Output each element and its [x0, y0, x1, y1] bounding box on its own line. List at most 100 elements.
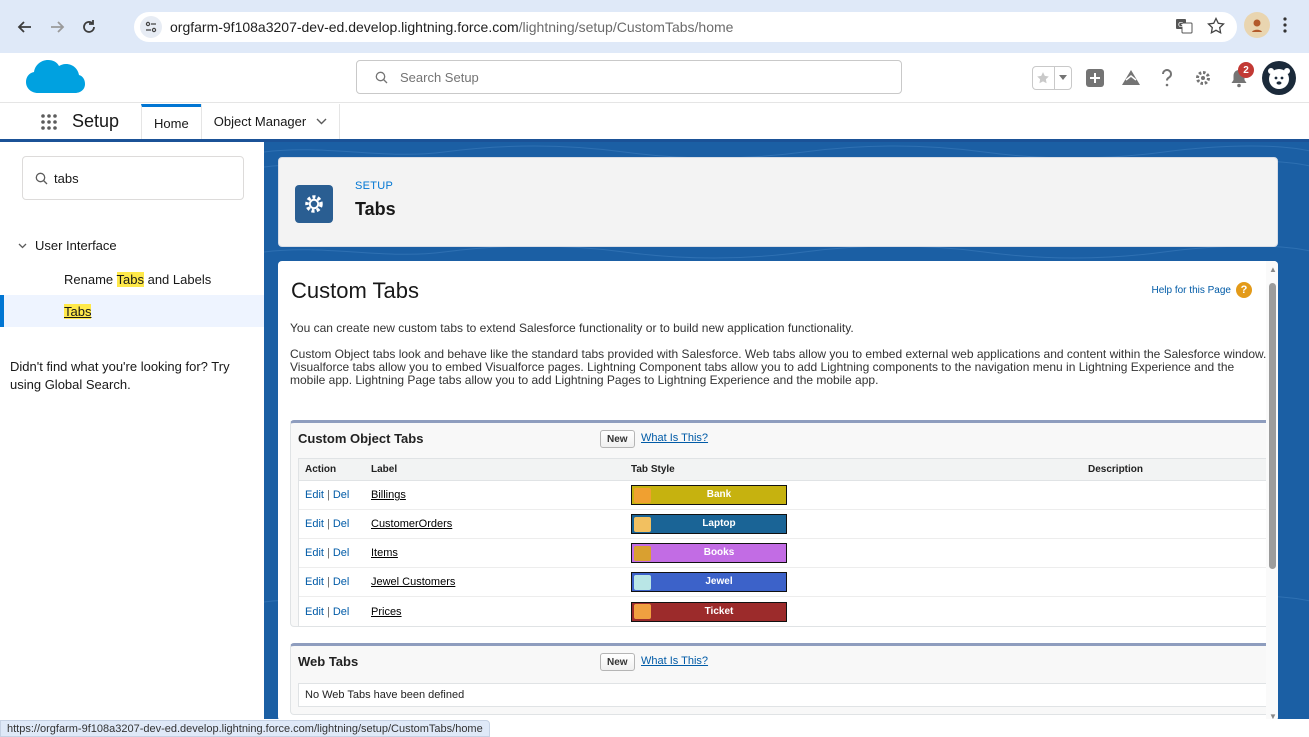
delete-link[interactable]: Del [333, 547, 350, 559]
help-for-this-page-link[interactable]: Help for this Page ? [1151, 282, 1252, 298]
tree-group-label: User Interface [35, 238, 117, 253]
global-actions: 2 [1032, 61, 1296, 95]
scrollbar-thumb[interactable] [1269, 283, 1276, 569]
svg-text:G: G [1178, 21, 1183, 29]
tree-item-tabs-label: Tabs [64, 303, 92, 319]
global-create-icon[interactable] [1082, 64, 1108, 92]
tab-style-swatch: Ticket [631, 601, 787, 622]
user-avatar[interactable] [1262, 61, 1296, 95]
search-placeholder: Search Setup [400, 69, 479, 85]
tab-style-name: Books [703, 547, 735, 558]
what-is-this-link[interactable]: What Is This? [641, 432, 708, 444]
browser-nav [0, 12, 104, 42]
setup-gear-icon [295, 185, 333, 223]
scroll-up-icon[interactable]: ▲ [1269, 265, 1277, 274]
column-header-action: Action [305, 464, 337, 475]
setup-search-input[interactable]: Search Setup [356, 60, 902, 94]
table-row: Edit | Del Items Books [299, 539, 1269, 568]
tab-label-link[interactable]: Jewel Customers [371, 576, 455, 588]
action-separator: | [326, 489, 330, 501]
trailhead-guidance-icon[interactable] [1118, 64, 1144, 92]
browser-menu-icon[interactable] [1282, 16, 1288, 34]
new-custom-object-tab-button[interactable]: New [600, 430, 635, 448]
tab-label-link[interactable]: Prices [371, 606, 402, 618]
favorites-star-icon[interactable] [1033, 67, 1054, 89]
tab-style-name: Ticket [704, 605, 734, 617]
what-is-this-link[interactable]: What Is This? [641, 655, 708, 667]
column-header-tab-style: Tab Style [631, 464, 675, 475]
delete-link[interactable]: Del [333, 576, 350, 588]
tab-style-icon [634, 574, 651, 590]
row-actions: Edit | Del [299, 489, 365, 501]
forward-arrow-icon[interactable] [42, 12, 72, 42]
intro-text: You can create new custom tabs to extend… [290, 321, 854, 335]
nav-tab-object-manager[interactable]: Object Manager [200, 104, 341, 139]
url-host: orgfarm-9f108a3207-dev-ed.develop.lightn… [170, 19, 519, 35]
favorites-dropdown-icon[interactable] [1053, 67, 1071, 89]
page-title: Tabs [355, 199, 396, 219]
address-bar[interactable]: orgfarm-9f108a3207-dev-ed.develop.lightn… [134, 12, 1237, 42]
tab-style-name: Bank [706, 489, 732, 500]
new-web-tab-button[interactable]: New [600, 653, 635, 671]
tree-item-label: Rename Tabs and Labels [64, 271, 212, 287]
browser-toolbar: orgfarm-9f108a3207-dev-ed.develop.lightn… [0, 0, 1309, 53]
nav-tab-home[interactable]: Home [141, 104, 201, 139]
row-label-cell: Prices [365, 606, 631, 618]
tab-style-swatch: Laptop [631, 514, 787, 534]
browser-profile-avatar[interactable] [1244, 12, 1270, 38]
row-tab-style-cell: Bank [631, 485, 1088, 505]
chevron-down-icon[interactable] [18, 243, 27, 249]
reload-icon[interactable] [74, 12, 104, 42]
setup-gear-icon[interactable] [1190, 64, 1216, 92]
column-header-description: Description [1088, 464, 1144, 475]
tree-item-tabs[interactable]: Tabs [0, 295, 264, 327]
quick-find-input[interactable]: tabs [22, 156, 244, 200]
edit-link[interactable]: Edit [305, 576, 324, 588]
chevron-down-icon[interactable] [316, 118, 327, 125]
row-actions: Edit | Del [299, 518, 365, 530]
block-title: Custom Object Tabs [298, 431, 424, 446]
row-tab-style-cell: Laptop [631, 514, 1088, 534]
block-title: Web Tabs [298, 654, 359, 669]
delete-link[interactable]: Del [333, 489, 350, 501]
row-tab-style-cell: Books [631, 543, 1088, 563]
tree-group-user-interface[interactable]: User Interface [18, 238, 117, 253]
global-search-hint: Didn't find what you're looking for? Try… [10, 359, 230, 392]
label-part: and Labels [143, 271, 212, 287]
back-arrow-icon[interactable] [10, 12, 40, 42]
tab-label-link[interactable]: Items [371, 547, 398, 559]
tab-label-link[interactable]: CustomerOrders [371, 518, 452, 530]
site-info-icon[interactable] [140, 16, 162, 38]
edit-link[interactable]: Edit [305, 606, 324, 618]
table-row: Edit | Del Billings Bank [299, 481, 1269, 510]
tree-item-rename-tabs-and-labels[interactable]: Rename Tabs and Labels [0, 263, 264, 295]
action-separator: | [326, 518, 330, 530]
tab-style-icon [634, 604, 651, 619]
browser-right-controls [1244, 12, 1288, 38]
translate-icon[interactable]: G [1175, 17, 1193, 35]
nav-tab-home-label: Home [154, 115, 189, 131]
delete-link[interactable]: Del [333, 606, 350, 618]
status-hover-url: https://orgfarm-9f108a3207-dev-ed.develo… [0, 720, 490, 737]
web-tabs-table: No Web Tabs have been defined [298, 683, 1270, 707]
help-icon[interactable] [1154, 64, 1180, 92]
bookmark-star-icon[interactable] [1207, 17, 1225, 35]
quick-find-value: tabs [54, 170, 79, 186]
salesforce-logo[interactable] [24, 57, 86, 99]
table-row: Edit | Del CustomerOrders Laptop [299, 510, 1269, 539]
edit-link[interactable]: Edit [305, 489, 324, 501]
row-label-cell: Billings [365, 489, 631, 501]
tab-style-name: Jewel [705, 576, 733, 587]
edit-link[interactable]: Edit [305, 518, 324, 530]
help-link-label: Help for this Page [1151, 284, 1232, 296]
search-highlight: Tabs [116, 271, 144, 287]
vertical-scrollbar[interactable]: ▲ ▼ [1266, 261, 1278, 721]
notifications-bell-icon[interactable]: 2 [1226, 62, 1254, 92]
notification-count-badge: 2 [1238, 62, 1254, 78]
app-launcher-icon[interactable] [30, 104, 68, 139]
delete-link[interactable]: Del [333, 518, 350, 530]
favorites-button[interactable] [1032, 66, 1072, 90]
edit-link[interactable]: Edit [305, 547, 324, 559]
tab-label-link[interactable]: Billings [371, 489, 406, 501]
table-body: Edit | Del Billings Bank Edit | Del CustomerOrde… [299, 481, 1269, 626]
